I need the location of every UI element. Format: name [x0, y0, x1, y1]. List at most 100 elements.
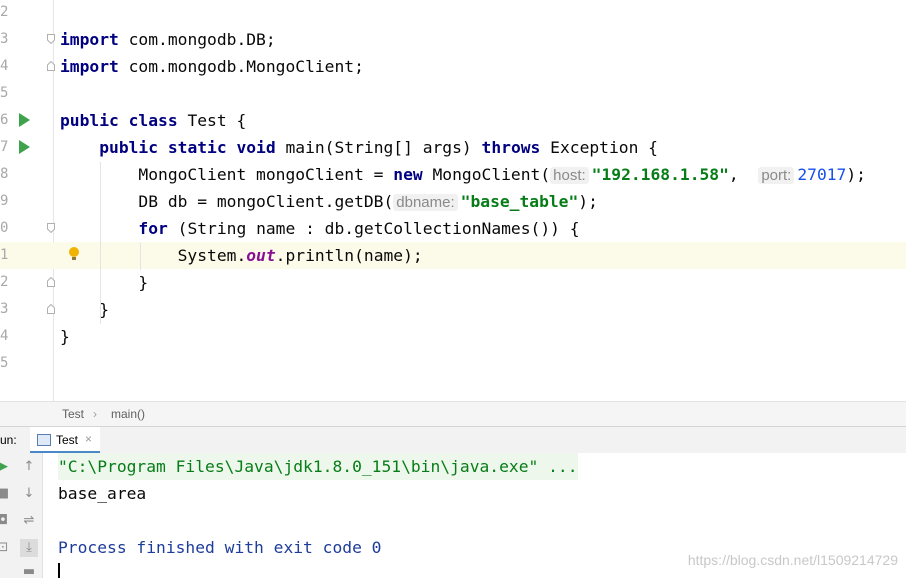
print-icon[interactable]: ▬ [20, 563, 38, 581]
soft-wrap-icon[interactable]: ⇌ [20, 512, 38, 530]
parameter-hint: dbname: [393, 194, 458, 211]
code-line[interactable]: 3 import com.mongodb.DB; [0, 26, 906, 53]
code-token: ); [578, 192, 598, 211]
line-number: 5 [0, 355, 9, 371]
code-token: } [60, 327, 70, 346]
code-text: public static void main(String[] args) t… [60, 134, 658, 161]
code-token: Exception { [540, 138, 658, 157]
code-text: } [60, 296, 109, 323]
console-output-line: base_area [58, 484, 147, 503]
code-line[interactable]: 6 public class Test { [0, 107, 906, 134]
code-token: import [60, 57, 119, 76]
run-config-icon [37, 434, 51, 446]
line-number: 3 [0, 301, 9, 317]
code-text: DB db = mongoClient.getDB(dbname: "base_t… [60, 188, 598, 215]
line-number: 6 [0, 112, 9, 128]
code-token: out [246, 246, 276, 265]
code-line[interactable]: 4 import com.mongodb.MongoClient; [0, 53, 906, 80]
fold-marker-icon[interactable] [47, 277, 55, 287]
code-line[interactable]: 8 MongoClient mongoClient = new MongoCli… [0, 161, 906, 188]
line-number: 8 [0, 166, 9, 182]
line-number: 4 [0, 328, 9, 344]
fold-marker-icon[interactable] [47, 61, 55, 71]
line-number: 2 [0, 4, 9, 20]
console-panel[interactable]: ▶ ↑ ■ ↓ ◘ ⇌ ⊡ ⤓ ▬ "C:\Program Files\Java… [0, 453, 906, 581]
code-token: .println(name); [275, 246, 423, 265]
breadcrumb-class[interactable]: Test [62, 407, 84, 421]
breadcrumb: Test › main() [0, 401, 906, 426]
parameter-hint: host: [550, 167, 589, 184]
line-number: 3 [0, 31, 9, 47]
code-token: "192.168.1.58" [591, 165, 729, 184]
scroll-to-end-icon[interactable]: ⤓ [20, 539, 38, 557]
code-token: for [138, 219, 168, 238]
line-number: 9 [0, 193, 9, 209]
code-text: for (String name : db.getCollectionNames… [60, 215, 580, 242]
code-line[interactable]: 5 [0, 80, 906, 107]
code-text: } [60, 323, 70, 350]
indent-guide [100, 162, 101, 324]
parameter-hint: port: [758, 167, 795, 184]
code-token: MongoClient( [422, 165, 551, 184]
code-token: DB db = mongoClient.getDB( [60, 192, 394, 211]
line-number: 0 [0, 220, 9, 236]
code-text: public class Test { [60, 107, 246, 134]
breadcrumb-separator: › [93, 407, 97, 421]
console-toolbar: ▶ ↑ ■ ↓ ◘ ⇌ ⊡ ⤓ ▬ [0, 453, 43, 581]
code-text: } [60, 269, 148, 296]
code-token: public class [60, 111, 178, 130]
code-token: public static void [99, 138, 276, 157]
rerun-icon[interactable]: ▶ [0, 458, 12, 476]
code-token: MongoClient mongoClient = [60, 165, 394, 184]
code-token: , [728, 165, 759, 184]
code-token: import [60, 30, 119, 49]
fold-marker-icon[interactable] [47, 223, 55, 233]
code-line[interactable]: 7 public static void main(String[] args)… [0, 134, 906, 161]
code-token: System. [60, 246, 247, 265]
close-icon[interactable]: × [85, 432, 92, 446]
console-command-line: "C:\Program Files\Java\jdk1.8.0_151\bin\… [58, 453, 578, 480]
code-line[interactable]: 2 [0, 0, 906, 26]
tab-run-test[interactable]: Test × [30, 427, 100, 454]
watermark: https://blog.csdn.net/l1509214729 [687, 552, 898, 568]
fold-marker-icon[interactable] [47, 34, 55, 44]
code-token: ); [846, 165, 866, 184]
line-number: 4 [0, 58, 9, 74]
line-number: 5 [0, 85, 9, 101]
tab-label: Test [56, 433, 79, 447]
breadcrumb-method[interactable]: main() [111, 407, 145, 421]
run-arrow-icon[interactable] [19, 140, 30, 154]
scroll-up-icon[interactable]: ↑ [20, 458, 38, 476]
code-line[interactable]: 4} [0, 323, 906, 350]
line-number: 1 [0, 247, 9, 263]
code-editor[interactable]: 2 3 import com.mongodb.DB; 4 import com.mong… [0, 0, 906, 401]
code-token: } [60, 300, 110, 319]
code-token: } [60, 273, 149, 292]
indent-guide [140, 243, 141, 270]
code-token: new [393, 165, 423, 184]
run-label: un: [0, 433, 17, 447]
run-arrow-icon[interactable] [19, 113, 30, 127]
code-token: (String name : db.getCollectionNames()) … [167, 219, 580, 238]
code-line[interactable]: 0 for (String name : db.getCollectionNam… [0, 215, 906, 242]
code-token: com.mongodb.MongoClient; [118, 57, 364, 76]
text-cursor [58, 563, 60, 578]
code-token: throws [481, 138, 541, 157]
camera-icon[interactable]: ◘ [0, 512, 12, 530]
code-text: import com.mongodb.MongoClient; [60, 53, 364, 80]
code-line[interactable]: 5 [0, 350, 906, 377]
code-text: System.out.println(name); [60, 242, 423, 269]
stop-icon[interactable]: ■ [0, 485, 12, 503]
code-token: com.mongodb.DB; [118, 30, 276, 49]
code-line[interactable]: 9 DB db = mongoClient.getDB(dbname: "base… [0, 188, 906, 215]
scroll-down-icon[interactable]: ↓ [20, 485, 38, 503]
line-number: 2 [0, 274, 9, 290]
code-line[interactable]: 2 } [0, 269, 906, 296]
code-line[interactable]: 1 System.out.println(name); [0, 242, 906, 269]
line-number: 7 [0, 139, 9, 155]
fold-marker-icon[interactable] [47, 304, 55, 314]
code-token: 27017 [797, 165, 847, 184]
code-line[interactable]: 3 } [0, 296, 906, 323]
code-token: "base_table" [460, 192, 579, 211]
restore-icon[interactable]: ⊡ [0, 539, 12, 557]
